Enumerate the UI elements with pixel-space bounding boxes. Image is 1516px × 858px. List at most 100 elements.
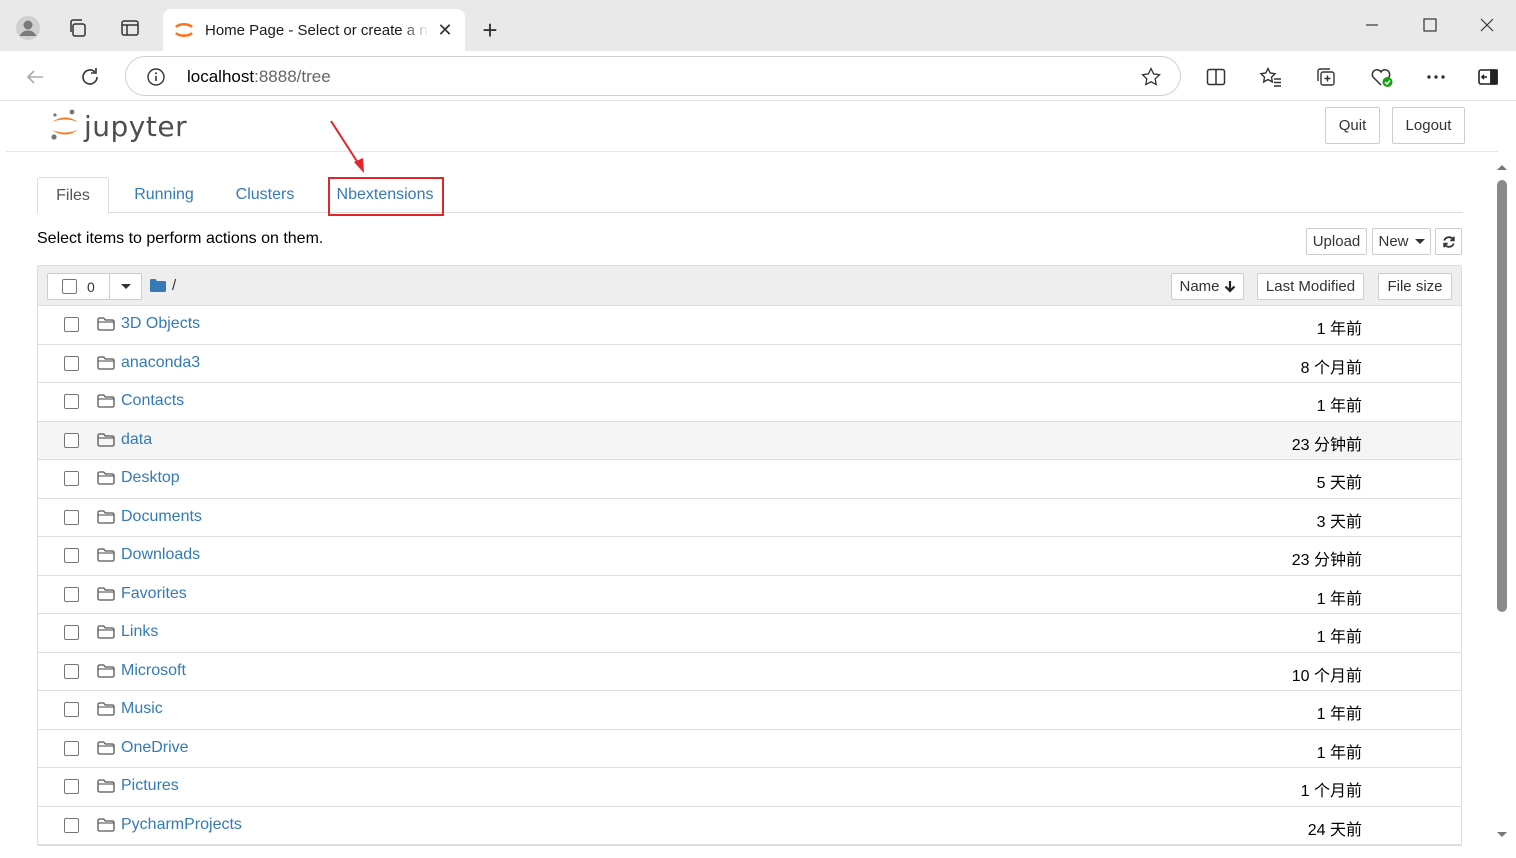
last-modified: 24 天前: [1307, 821, 1362, 839]
scrollbar-thumb[interactable]: [1497, 180, 1507, 612]
new-label: New: [1378, 233, 1409, 250]
file-list-row[interactable]: OneDrive 1 年前: [38, 730, 1461, 768]
breadcrumb-root[interactable]: /: [172, 277, 176, 294]
favorite-star-icon[interactable]: [1140, 66, 1162, 88]
scroll-down-icon[interactable]: [1495, 830, 1509, 840]
folder-link[interactable]: Pictures: [121, 777, 179, 795]
row-checkbox[interactable]: [64, 471, 79, 486]
nbextensions-highlight-box: [328, 177, 444, 216]
more-options-icon[interactable]: [1419, 60, 1453, 94]
file-list-row[interactable]: Links 1 年前: [38, 614, 1461, 653]
site-info-icon[interactable]: [146, 67, 166, 87]
sort-file-size-button[interactable]: File size: [1378, 273, 1452, 300]
row-checkbox[interactable]: [64, 509, 79, 525]
folder-link[interactable]: OneDrive: [121, 739, 189, 757]
folder-link[interactable]: Downloads: [121, 546, 200, 564]
tab-files[interactable]: Files: [37, 177, 109, 214]
sort-last-modified-button[interactable]: Last Modified: [1257, 273, 1364, 300]
new-tab-icon[interactable]: +: [474, 14, 506, 46]
selection-dropdown[interactable]: [110, 274, 141, 299]
last-modified: 5 天前: [1316, 475, 1362, 492]
refresh-icon[interactable]: [73, 60, 107, 94]
collections-icon[interactable]: [1309, 60, 1343, 94]
close-window-icon[interactable]: [1467, 10, 1507, 40]
address-bar[interactable]: localhost:8888/tree: [125, 56, 1181, 96]
scroll-up-icon[interactable]: [1495, 162, 1509, 172]
browser-essentials-icon[interactable]: [1365, 60, 1399, 94]
quit-button[interactable]: Quit: [1325, 107, 1380, 144]
select-all[interactable]: 0: [48, 274, 110, 299]
file-list-row[interactable]: Microsoft 10 个月前: [38, 653, 1461, 691]
workspaces-icon[interactable]: [62, 12, 94, 44]
minimize-icon[interactable]: [1352, 10, 1392, 40]
jupyter-page: jupyter Quit Logout Files Running Cluste…: [6, 101, 1498, 858]
page-scrollbar[interactable]: [1494, 160, 1514, 850]
logout-button[interactable]: Logout: [1392, 107, 1465, 144]
file-list-row[interactable]: data 23 分钟前: [38, 421, 1461, 460]
jupyter-tabs: Files Running Clusters Nbextensions: [37, 177, 1463, 214]
new-dropdown-button[interactable]: New: [1372, 228, 1431, 255]
browser-tab-title: Home Page - Select or create a notebook: [205, 21, 429, 39]
folder-link[interactable]: Contacts: [121, 392, 184, 410]
folder-link[interactable]: PycharmProjects: [121, 816, 242, 834]
sort-name-button[interactable]: Name: [1171, 273, 1244, 300]
file-list-row[interactable]: anaconda3 8 个月前: [38, 345, 1461, 383]
maximize-icon[interactable]: [1410, 10, 1450, 40]
file-list-row[interactable]: PycharmProjects 24 天前: [38, 807, 1461, 845]
sidebar-toggle-icon[interactable]: [1471, 60, 1505, 94]
jupyter-logo[interactable]: jupyter: [50, 108, 187, 144]
file-list-row[interactable]: 3D Objects 1 年前: [38, 306, 1461, 345]
row-checkbox[interactable]: [64, 548, 79, 563]
back-arrow-icon[interactable]: [18, 60, 52, 94]
sort-file-size-label: File size: [1387, 278, 1443, 295]
folder-link[interactable]: Microsoft: [121, 662, 186, 680]
profile-icon[interactable]: [12, 12, 44, 44]
folder-link[interactable]: 3D Objects: [121, 315, 200, 333]
tab-running[interactable]: Running: [119, 177, 209, 213]
file-list-row[interactable]: Downloads 23 分钟前: [38, 537, 1461, 576]
close-tab-icon[interactable]: ✕: [435, 20, 455, 40]
select-all-checkbox[interactable]: [62, 279, 77, 294]
split-screen-icon[interactable]: [1199, 60, 1233, 94]
row-checkbox[interactable]: [64, 702, 79, 717]
last-modified: 1 年前: [1316, 590, 1362, 608]
annotation-arrow-icon: [330, 120, 364, 173]
last-modified: 1 年前: [1316, 629, 1362, 646]
folder-link[interactable]: anaconda3: [121, 354, 200, 372]
row-checkbox[interactable]: [64, 355, 79, 371]
tab-clusters[interactable]: Clusters: [223, 177, 307, 213]
row-checkbox[interactable]: [64, 740, 79, 756]
row-checkbox[interactable]: [64, 663, 79, 679]
row-checkbox[interactable]: [64, 779, 79, 794]
folder-icon: [97, 817, 115, 832]
browser-tab-active[interactable]: Home Page - Select or create a notebook …: [163, 9, 465, 51]
file-list-row[interactable]: Desktop 5 天前: [38, 460, 1461, 499]
refresh-list-button[interactable]: [1435, 228, 1462, 255]
row-checkbox[interactable]: [64, 432, 79, 448]
vertical-tabs-icon[interactable]: [114, 12, 146, 44]
breadcrumb[interactable]: /: [150, 277, 176, 294]
file-list-row[interactable]: Favorites 1 年前: [38, 576, 1461, 614]
row-checkbox[interactable]: [64, 625, 79, 640]
file-list-row[interactable]: Documents 3 天前: [38, 499, 1461, 537]
folder-link[interactable]: Links: [121, 623, 158, 641]
folder-link[interactable]: data: [121, 431, 152, 449]
folder-icon: [97, 740, 115, 755]
file-list-row[interactable]: Pictures 1 个月前: [38, 768, 1461, 807]
favorites-icon[interactable]: [1254, 60, 1288, 94]
file-list-row[interactable]: Contacts 1 年前: [38, 383, 1461, 422]
row-checkbox[interactable]: [64, 586, 79, 602]
folder-icon: [97, 355, 115, 370]
file-list-row[interactable]: Music 1 年前: [38, 691, 1461, 730]
folder-link[interactable]: Music: [121, 700, 163, 718]
row-checkbox[interactable]: [64, 817, 79, 833]
folder-link[interactable]: Favorites: [121, 585, 187, 603]
folder-icon: [97, 702, 115, 716]
row-checkbox[interactable]: [64, 317, 79, 332]
last-modified: 1 年前: [1316, 321, 1362, 338]
upload-button[interactable]: Upload: [1306, 228, 1367, 255]
row-checkbox[interactable]: [64, 394, 79, 409]
folder-link[interactable]: Desktop: [121, 469, 180, 487]
jupyter-logo-icon: [51, 109, 78, 140]
folder-link[interactable]: Documents: [121, 508, 202, 526]
